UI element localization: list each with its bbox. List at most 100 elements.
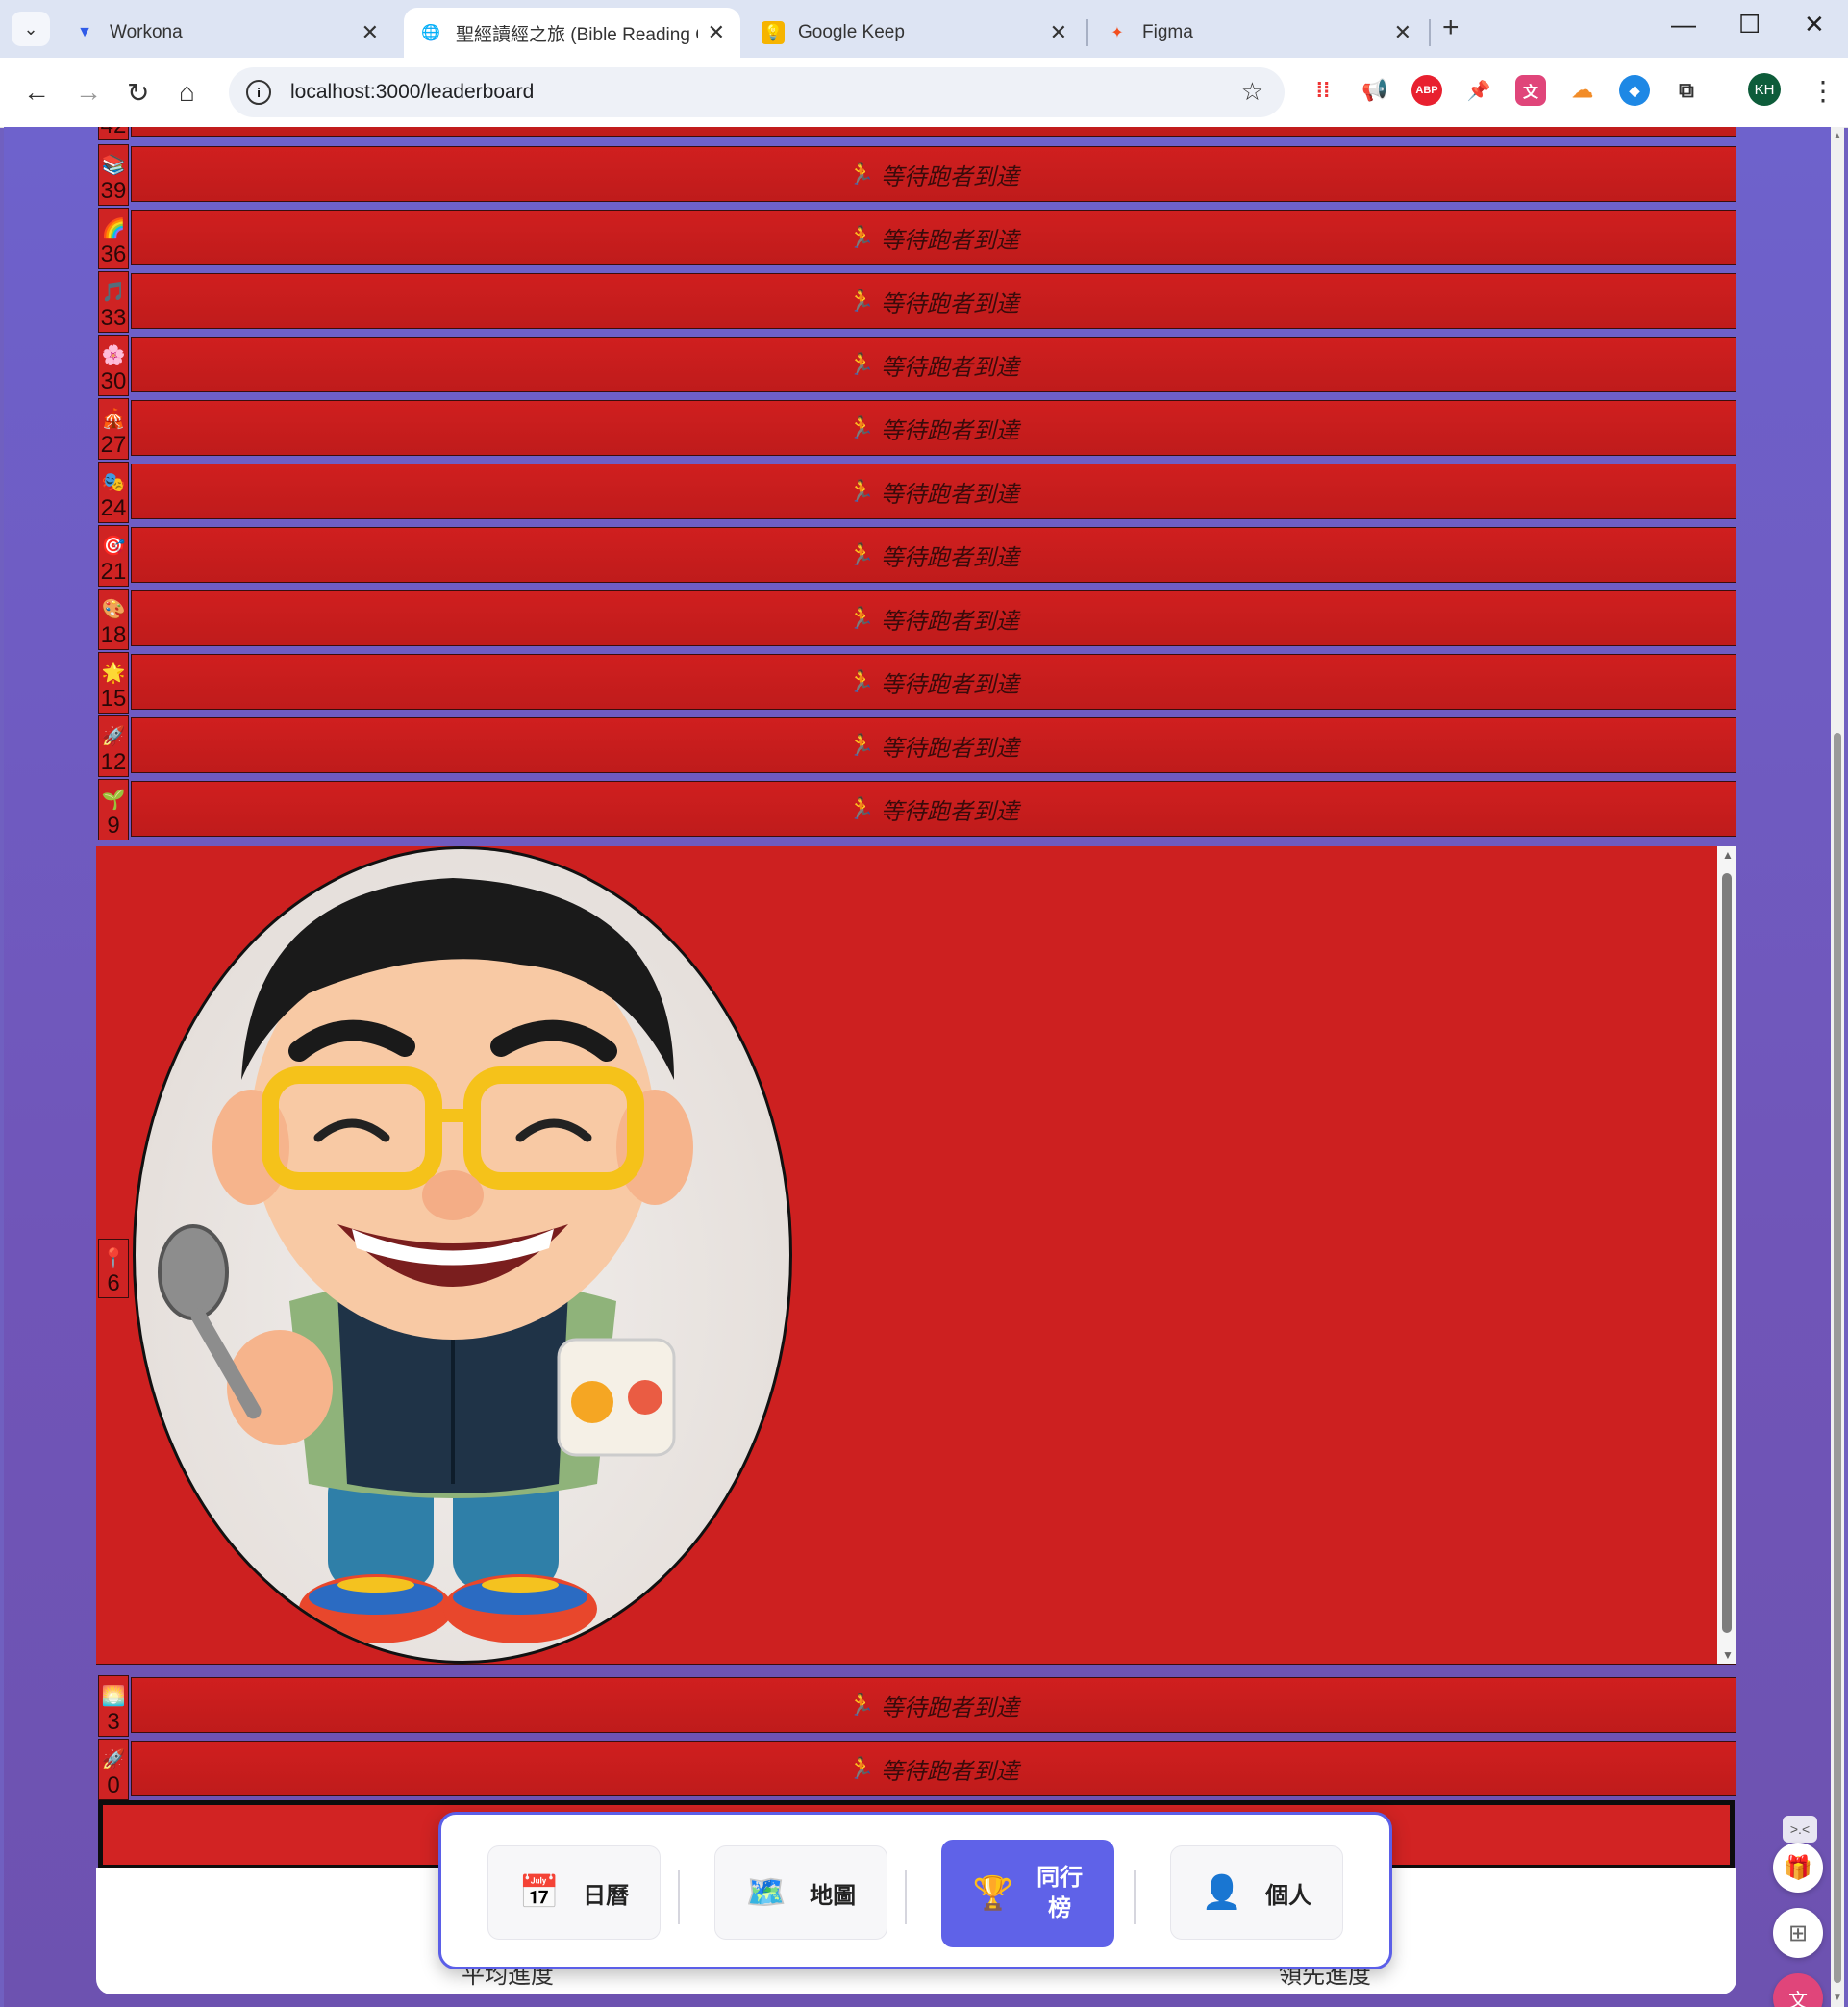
runner-icon: 🏃: [848, 1693, 875, 1717]
forward-icon[interactable]: →: [75, 77, 102, 108]
row-emoji: 🚀: [101, 1749, 126, 1770]
close-icon[interactable]: ✕: [708, 20, 725, 45]
row-number-text: 24: [100, 495, 127, 521]
megaphone-icon[interactable]: 📢: [1360, 75, 1390, 106]
row-bar: 🏃 等待跑者到達: [131, 590, 1736, 646]
runner-icon: 🏃: [848, 479, 875, 503]
profile-avatar[interactable]: KH: [1748, 73, 1781, 106]
row-bar: 🏃 等待跑者到達: [131, 210, 1736, 265]
row-number: 🚀 12: [98, 715, 129, 777]
nav-leaderboard[interactable]: 🏆 同行 榜: [941, 1840, 1114, 1947]
row-number: 🎪 27: [98, 398, 129, 460]
row-number-text: 36: [100, 241, 127, 267]
collapse-sidebar-icon[interactable]: >.<: [1783, 1816, 1817, 1843]
row-emoji: 🌟: [101, 663, 126, 684]
row-emoji: 🎪: [101, 409, 126, 430]
row-emoji: 🌱: [101, 790, 126, 811]
menu-icon[interactable]: ⋮: [1810, 75, 1836, 107]
abp-icon[interactable]: ABP: [1411, 75, 1442, 106]
runner-avatar-illustration: [158, 878, 693, 1643]
tab-figma[interactable]: ✦ Figma ✕: [1090, 8, 1427, 58]
scroll-up-arrow-icon[interactable]: ▲: [1722, 848, 1734, 862]
row-number: 📍 6: [98, 1239, 129, 1298]
tab-bible-reading[interactable]: 🌐 聖經讀經之旅 (Bible Reading Qu ✕: [404, 8, 740, 58]
row-number: 🌅 3: [98, 1675, 129, 1737]
window-close-icon[interactable]: ✕: [1804, 10, 1825, 39]
minimize-icon[interactable]: —: [1671, 10, 1696, 39]
row-emoji: 🎵: [101, 282, 126, 303]
close-icon[interactable]: ✕: [1394, 20, 1411, 45]
page-viewport: 42 📚39 🏃等待跑者到達 🌈36 🏃等待跑者到達 🎵33 🏃等待跑者到達 🌸…: [4, 127, 1835, 2007]
nav-label: 日曆: [583, 1882, 630, 1909]
row-number-text: 42: [101, 127, 127, 139]
row-status: 等待跑者到達: [880, 417, 1019, 444]
leaderboard-row: 🌱 9 🏃 等待跑者到達: [96, 779, 1736, 840]
leaderboard-row: 🎭 24 🏃 等待跑者到達: [96, 462, 1736, 523]
row-bar: 🏃 等待跑者到達: [131, 654, 1736, 710]
address-bar[interactable]: i localhost:3000/leaderboard ☆: [229, 67, 1285, 117]
apps-add-icon[interactable]: ⊞: [1773, 1908, 1823, 1958]
row-number: 🎯 21: [98, 525, 129, 587]
tab-label: Workona: [110, 22, 183, 42]
back-icon[interactable]: ←: [23, 77, 50, 108]
site-info-icon[interactable]: i: [246, 80, 271, 105]
leaderboard-row: 🎵 33 🏃 等待跑者到達: [96, 271, 1736, 333]
nav-profile[interactable]: 👤 個人: [1170, 1845, 1343, 1940]
row-number-text: 6: [107, 1270, 120, 1296]
pin-icon[interactable]: 📌: [1463, 75, 1494, 106]
scroll-down-arrow-icon[interactable]: ▼: [1722, 1648, 1734, 1662]
runner-icon: 🏃: [848, 796, 875, 820]
translate-icon[interactable]: 文: [1773, 1973, 1823, 2007]
scroll-thumb[interactable]: [1834, 733, 1841, 1983]
gift-icon[interactable]: 🎁: [1773, 1843, 1823, 1893]
close-icon[interactable]: ✕: [362, 20, 379, 45]
tab-search-button[interactable]: ⌄: [12, 12, 50, 46]
nav-label: 地圖: [810, 1882, 857, 1909]
translate-ext-icon[interactable]: 文: [1515, 75, 1546, 106]
new-tab-button[interactable]: +: [1442, 12, 1460, 44]
nav-label: 個人: [1265, 1882, 1312, 1909]
trophy-icon: 🏆: [972, 1875, 1014, 1912]
row-number-text: 30: [100, 368, 127, 394]
home-icon[interactable]: ⌂: [179, 77, 195, 108]
tab-google-keep[interactable]: 💡 Google Keep ✕: [746, 8, 1083, 58]
nav-map[interactable]: 🗺️ 地圖: [714, 1845, 887, 1940]
row-number-text: 12: [100, 749, 127, 775]
scroll-thumb[interactable]: [1722, 873, 1732, 1633]
leaderboard-row: 🚀 12 🏃 等待跑者到達: [96, 715, 1736, 777]
row-number: 🌟 15: [98, 652, 129, 714]
row-bar: 🏃 等待跑者到達: [131, 527, 1736, 583]
tab-workona[interactable]: ▼ Workona ✕: [58, 8, 394, 58]
bookmark-star-icon[interactable]: ☆: [1241, 77, 1263, 107]
cloud-icon[interactable]: ☁: [1567, 75, 1598, 106]
runner-icon: 🏃: [848, 162, 875, 186]
scroll-down-arrow-icon[interactable]: ▼: [1833, 1993, 1842, 2003]
maximize-icon[interactable]: ☐: [1738, 10, 1761, 39]
url-text[interactable]: localhost:3000/leaderboard: [290, 81, 534, 104]
row-bar: 🏃 等待跑者到達: [131, 464, 1736, 519]
nav-calendar[interactable]: 📅 日曆: [487, 1845, 661, 1940]
row-status: 等待跑者到達: [880, 735, 1019, 762]
apps-grid-icon[interactable]: ⁞⁞: [1308, 75, 1338, 106]
row-number-text: 21: [100, 559, 127, 585]
runner-icon: 🏃: [848, 542, 875, 566]
runner-block-scrollbar[interactable]: ▲ ▼: [1717, 846, 1736, 1664]
row-number-text: 15: [100, 686, 127, 712]
runner-icon: 🏃: [848, 606, 875, 630]
leaderboard-row: 🎪 27 🏃 等待跑者到達: [96, 398, 1736, 460]
leaderboard-row: 🌅 3 🏃 等待跑者到達: [96, 1675, 1736, 1737]
row-status: 等待跑者到達: [880, 798, 1019, 825]
stack-icon[interactable]: ◆: [1619, 75, 1650, 106]
puzzle-icon[interactable]: ⧉: [1671, 75, 1702, 106]
row-bar: 🏃 等待跑者到達: [131, 146, 1736, 202]
page-scrollbar[interactable]: ▲ ▼: [1831, 127, 1844, 2007]
row-emoji: 🚀: [101, 726, 126, 747]
close-icon[interactable]: ✕: [1050, 20, 1067, 45]
calendar-icon: 📅: [518, 1874, 561, 1911]
runner-avatar[interactable]: [133, 846, 792, 1664]
person-icon: 👤: [1201, 1874, 1243, 1911]
leaderboard-row: 🎨 18 🏃 等待跑者到達: [96, 589, 1736, 650]
row-number: 🎭 24: [98, 462, 129, 523]
scroll-up-arrow-icon[interactable]: ▲: [1833, 131, 1842, 141]
reload-icon[interactable]: ↻: [127, 77, 149, 109]
